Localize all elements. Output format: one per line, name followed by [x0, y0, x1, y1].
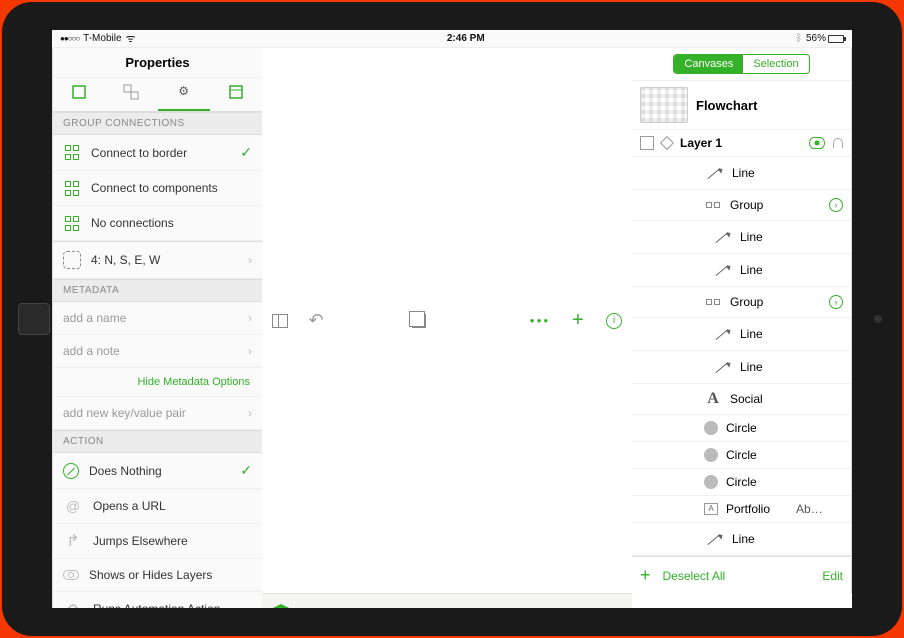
wifi-icon: ᯤ [126, 31, 136, 46]
option-connect-components[interactable]: Connect to components [53, 171, 262, 206]
circle-icon [704, 475, 718, 489]
jump-icon [63, 533, 83, 549]
layer-item[interactable]: Circle [632, 469, 851, 496]
layer-item[interactable]: Group› [632, 287, 851, 318]
layers-list: Layer 1 Line Group› Line Line Group› Lin… [632, 130, 851, 556]
layer-item[interactable]: Line [632, 221, 851, 254]
gear-icon [63, 601, 83, 608]
inspector-toggle-icon[interactable]: i [606, 313, 622, 329]
documents-icon[interactable] [412, 314, 426, 328]
canvas[interactable]: Home ‹› ● ● ● ⦿ Portfolio About Bl… [262, 594, 632, 608]
ipad-home-button[interactable] [18, 303, 50, 335]
section-header-action: ACTION [53, 430, 262, 453]
ipad-frame: T-Mobile ᯤ 2:46 PM ᛒ 56% Canvases Select… [2, 2, 902, 636]
text-icon: A [704, 390, 722, 408]
section-header-connections: GROUP CONNECTIONS [53, 112, 262, 135]
layer-item[interactable]: Line [632, 254, 851, 287]
metadata-name-input[interactable]: add a name› [53, 302, 262, 335]
layer-item[interactable]: Circle [632, 442, 851, 469]
line-icon [704, 529, 724, 549]
line-icon [712, 227, 732, 247]
action-opens-url[interactable]: Opens a URL [53, 489, 262, 524]
option-magnets[interactable]: 4: N, S, E, W› [53, 241, 262, 279]
panel-title: Properties [53, 48, 262, 78]
layer-name: Layer 1 [680, 136, 722, 150]
sidebar-segmented-control: Canvases Selection [673, 54, 809, 74]
action-jumps[interactable]: Jumps Elsewhere [53, 524, 262, 559]
visibility-toggle-icon[interactable] [809, 137, 825, 149]
group-icon [704, 196, 722, 214]
check-icon: ✓ [240, 462, 252, 479]
bluetooth-icon: ᛒ [796, 33, 802, 44]
line-icon [712, 324, 732, 344]
edit-layers-button[interactable]: Edit [822, 569, 843, 583]
chevron-right-icon: › [248, 253, 252, 267]
expand-icon[interactable]: › [829, 295, 843, 309]
signal-dots-icon [60, 33, 79, 44]
battery-pct-label: 56% [806, 33, 826, 44]
panels-toggle-icon[interactable] [272, 314, 288, 328]
layer-item[interactable]: Group› [632, 190, 851, 221]
sidebar-left: Canvases Selection Flowchart Layer 1 [632, 48, 852, 594]
ban-icon [63, 463, 79, 479]
tab-selection[interactable]: Selection [743, 55, 808, 73]
status-bar: T-Mobile ᯤ 2:46 PM ᛒ 56% [52, 30, 852, 48]
screen: T-Mobile ᯤ 2:46 PM ᛒ 56% Canvases Select… [52, 30, 852, 608]
document-name: Flowchart [696, 98, 757, 113]
action-automation[interactable]: Runs Automation Action [53, 592, 262, 608]
properties-panel: Properties ⚙ GROUP CONNECTIONS Connect t… [52, 48, 262, 608]
undo-icon[interactable] [306, 312, 326, 330]
section-header-metadata: METADATA [53, 279, 262, 302]
document-row[interactable]: Flowchart [632, 80, 851, 130]
clock-label: 2:46 PM [447, 33, 485, 44]
line-icon [712, 260, 732, 280]
top-toolbar: + i [262, 48, 632, 594]
sidebar-bottom-bar: + Deselect All Edit [632, 556, 851, 594]
tab-connections[interactable]: ⚙ [158, 78, 210, 111]
more-menu-icon[interactable] [530, 312, 550, 330]
tab-arrange[interactable] [105, 78, 157, 111]
eye-icon [63, 570, 79, 580]
expand-icon[interactable]: › [829, 198, 843, 212]
action-layers[interactable]: Shows or Hides Layers [53, 559, 262, 592]
metadata-kv-input[interactable]: add new key/value pair› [53, 396, 262, 430]
tab-canvas[interactable] [210, 78, 262, 111]
battery-icon [828, 35, 844, 43]
inspector-tabs: ⚙ [53, 78, 262, 112]
ipad-camera [874, 315, 882, 323]
circle-icon [704, 421, 718, 435]
bounds-icon [640, 136, 654, 150]
deselect-all-button[interactable]: Deselect All [663, 569, 726, 583]
option-connect-border[interactable]: Connect to border✓ [53, 135, 262, 171]
tab-canvases[interactable]: Canvases [674, 55, 743, 73]
layer-icon [660, 136, 674, 150]
layer-item[interactable]: ASocial [632, 384, 851, 415]
check-icon: ✓ [240, 144, 252, 161]
status-shield-icon: ⦿ [268, 604, 294, 608]
line-icon [712, 357, 732, 377]
add-shape-icon[interactable]: + [568, 312, 588, 330]
line-icon [704, 163, 724, 183]
layer-header-row[interactable]: Layer 1 [632, 130, 851, 157]
lock-toggle-icon[interactable] [833, 138, 843, 148]
metadata-note-input[interactable]: add a note› [53, 335, 262, 368]
layer-item[interactable]: Line [632, 318, 851, 351]
textbox-icon: A [704, 503, 718, 515]
layer-item[interactable]: Line [632, 523, 851, 556]
layer-item[interactable]: APortfolio Ab… [632, 496, 851, 523]
carrier-label: T-Mobile [83, 33, 121, 44]
magnets-icon [63, 251, 81, 269]
hide-metadata-button[interactable]: Hide Metadata Options [53, 368, 262, 396]
layer-item[interactable]: Line [632, 157, 851, 190]
layer-item[interactable]: Line [632, 351, 851, 384]
add-layer-button[interactable]: + [640, 565, 651, 586]
circle-icon [704, 448, 718, 462]
group-icon [704, 293, 722, 311]
tab-object[interactable] [53, 78, 105, 111]
document-thumbnail [640, 87, 688, 123]
at-icon [63, 498, 83, 514]
option-no-connections[interactable]: No connections [53, 206, 262, 241]
layer-item[interactable]: Circle [632, 415, 851, 442]
action-does-nothing[interactable]: Does Nothing✓ [53, 453, 262, 489]
